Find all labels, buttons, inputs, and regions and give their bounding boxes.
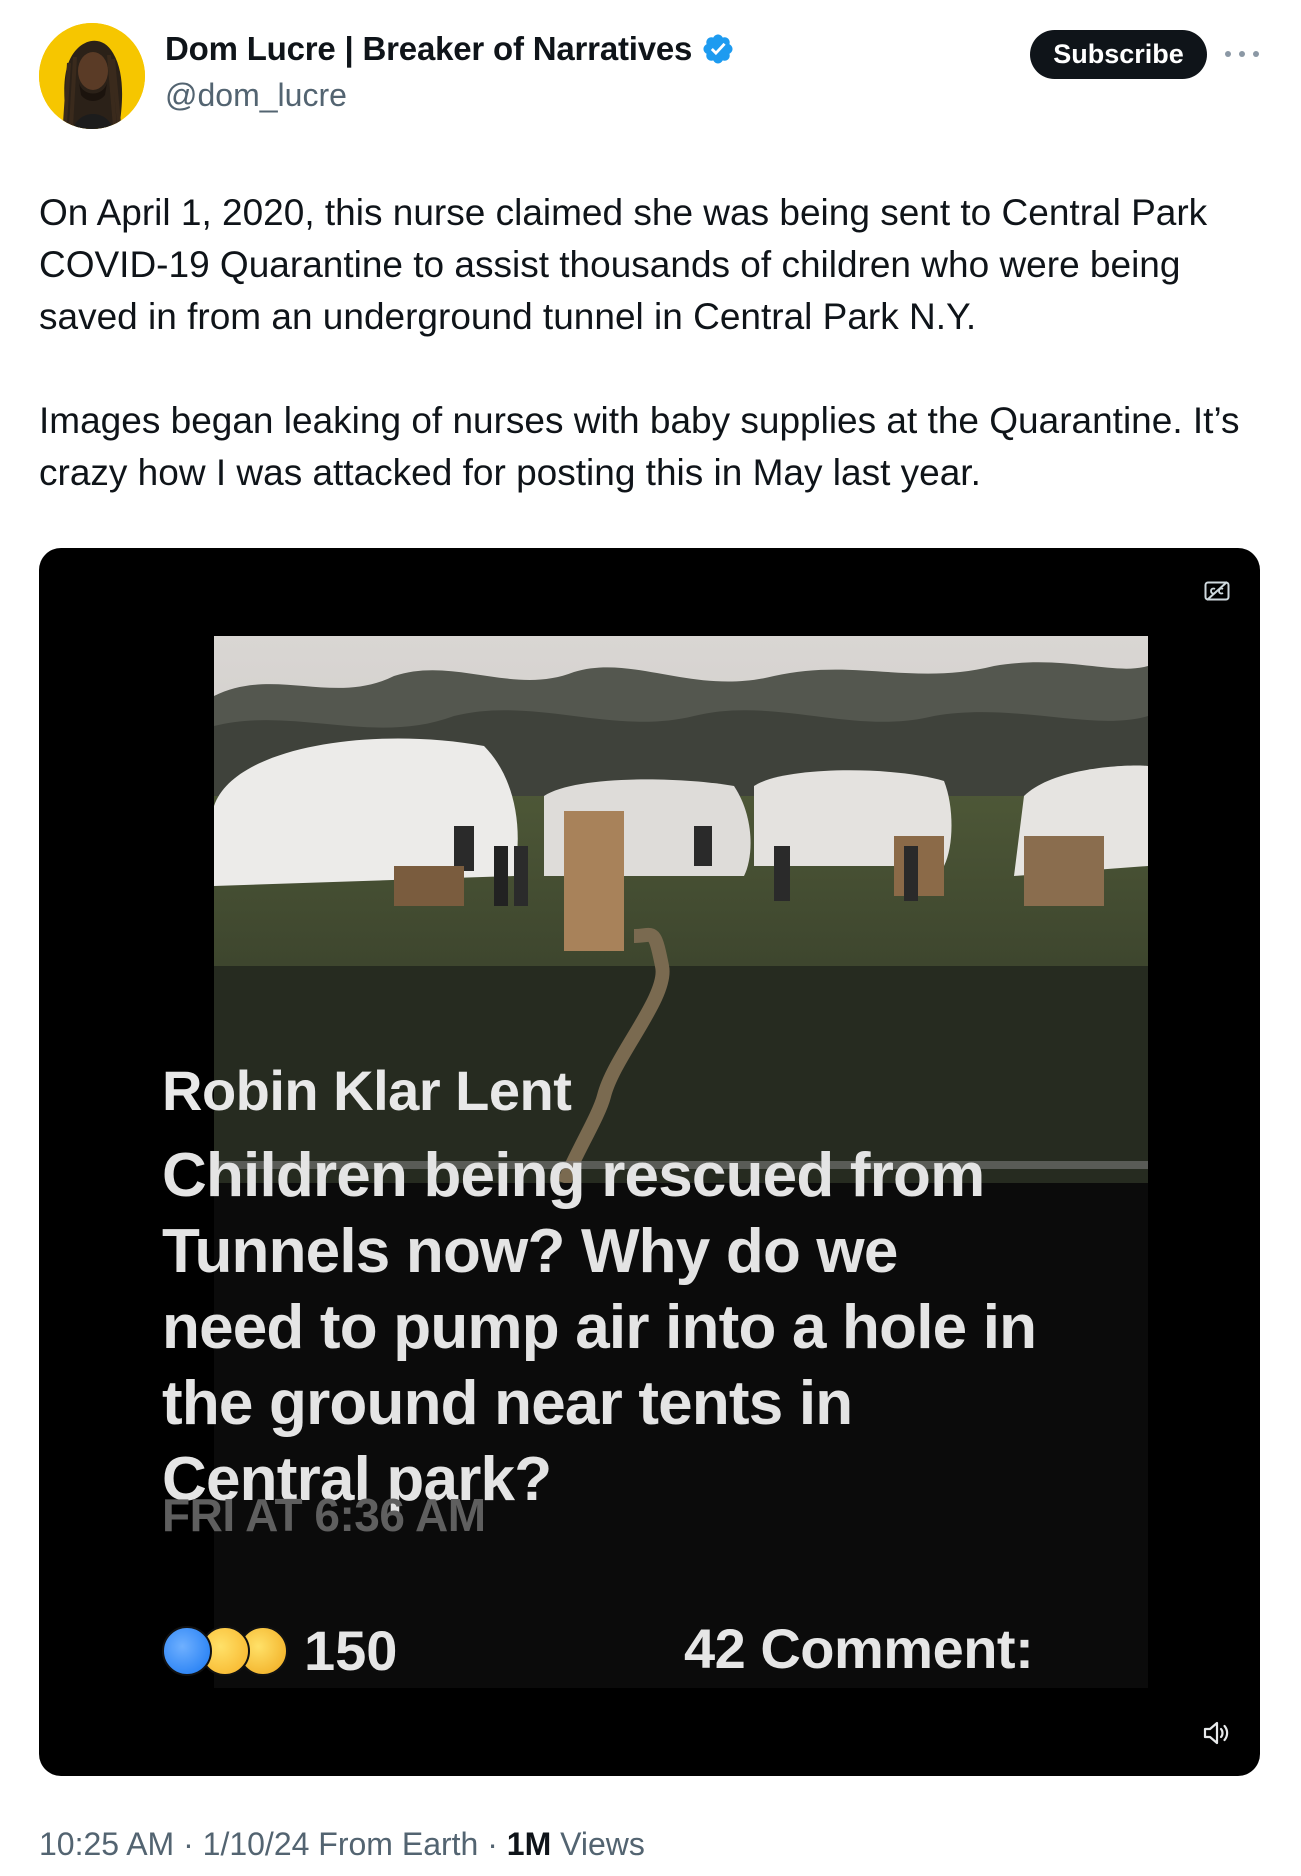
tweet-time[interactable]: 10:25 AM [39,1826,174,1862]
tweet: Dom Lucre | Breaker of Narratives @dom_l… [0,0,1301,1876]
video-overlay-reactions: 150 [162,1618,397,1683]
tweet-source: From Earth [318,1826,479,1862]
tweet-paragraph: Images began leaking of nurses with baby… [39,400,1240,493]
like-reaction-icon [162,1625,212,1676]
reaction-count: 150 [304,1619,398,1682]
views-count[interactable]: 1M [507,1826,551,1862]
video-overlay-timestamp: FRI AT 6:36 AM [162,1489,486,1541]
tweet-meta: 10:25 AM · 1/10/24 From Earth · 1M Views [39,1826,645,1863]
avatar[interactable] [39,23,145,129]
video-overlay-comments: 42 Comment: [684,1617,1034,1680]
tweet-paragraph: On April 1, 2020, this nurse claimed she… [39,192,1208,337]
video-overlay-text: Children being rescued from Tunnels now?… [162,1141,1037,1514]
meta-separator: · [487,1826,498,1862]
views-label[interactable]: Views [560,1826,645,1862]
volume-icon[interactable] [1202,1720,1230,1746]
meta-separator: · [183,1826,194,1862]
subscribe-button[interactable]: Subscribe [1030,30,1207,79]
author-name-row[interactable]: Dom Lucre | Breaker of Narratives [165,30,735,68]
captions-icon[interactable] [1204,580,1230,602]
more-options-icon[interactable] [1225,40,1259,68]
verified-badge-icon [703,34,733,64]
video-overlay-author: Robin Klar Lent [162,1059,572,1122]
video-player[interactable]: Robin Klar Lent Children being rescued f… [39,548,1260,1776]
author-display-name[interactable]: Dom Lucre | Breaker of Narratives [165,30,692,68]
tweet-text: On April 1, 2020, this nurse claimed she… [39,187,1269,499]
tweet-date[interactable]: 1/10/24 [203,1826,310,1862]
author-handle[interactable]: @dom_lucre [165,77,347,114]
